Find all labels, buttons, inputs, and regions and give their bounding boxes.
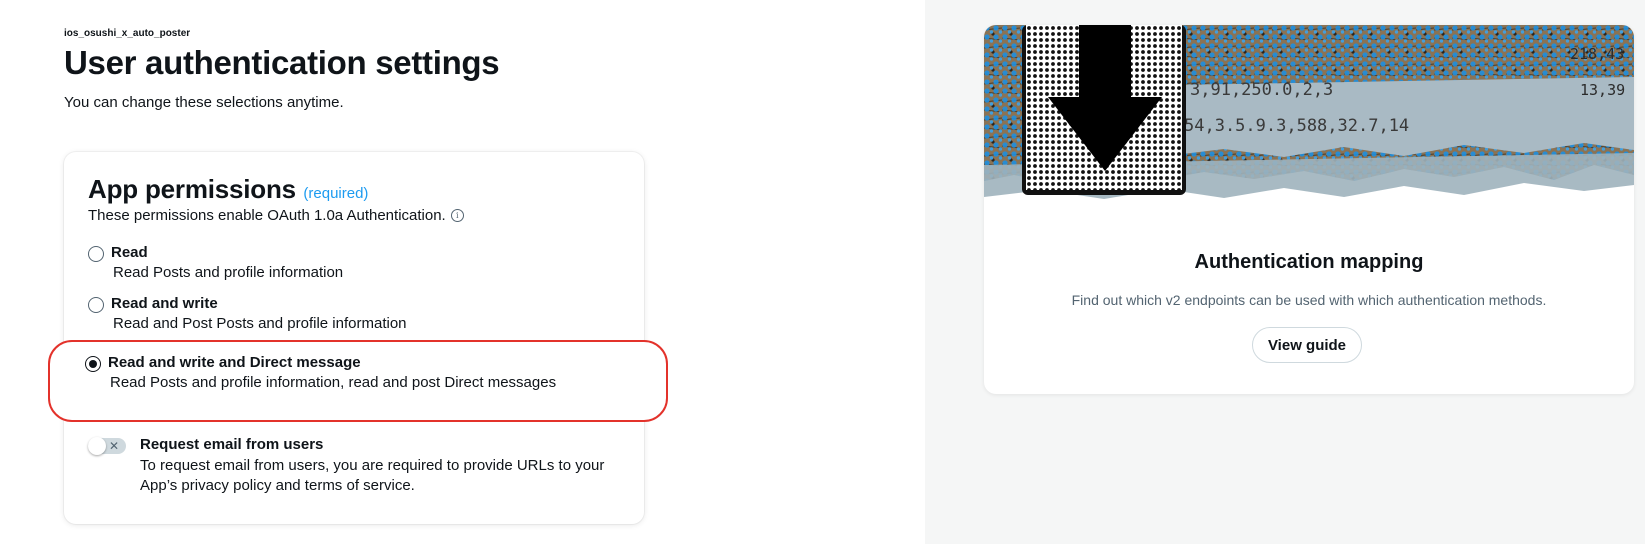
card-description-text: These permissions enable OAuth 1.0a Auth… — [88, 207, 446, 224]
option-description: Read Posts and profile information — [113, 264, 344, 281]
app-name: ios_osushi_x_auto_poster — [64, 28, 191, 39]
option-label: Read and write — [111, 295, 218, 312]
required-tag: (required) — [303, 185, 369, 202]
toggle-knob — [88, 437, 106, 455]
radio-selected-dot — [89, 360, 97, 368]
option-description: Read and Post Posts and profile informat… — [113, 315, 407, 332]
card-description: These permissions enable OAuth 1.0a Auth… — [88, 207, 464, 224]
request-email-description: To request email from users, you are req… — [140, 457, 605, 494]
banner-number-1: 3,91,250.0,2,3 — [1190, 80, 1333, 100]
banner-illustration: 3,91,250.0,2,3 54,3.5.9.3,588,32.7,14 21… — [984, 25, 1634, 210]
toggle-off-icon: ✕ — [108, 439, 119, 453]
auth-mapping-description: Find out which v2 endpoints can be used … — [1071, 292, 1547, 308]
radio-read-write-dm[interactable] — [85, 356, 101, 372]
app-permissions-card: App permissions (required) These permiss… — [64, 152, 644, 524]
page-subtitle: You can change these selections anytime. — [64, 94, 344, 111]
page-title: User authentication settings — [64, 44, 500, 81]
option-label: Read — [111, 244, 148, 261]
option-label: Read and write and Direct message — [108, 354, 361, 371]
card-header: App permissions (required) — [88, 174, 368, 205]
view-guide-button[interactable]: View guide — [1252, 327, 1362, 363]
radio-read[interactable] — [88, 246, 104, 262]
auth-mapping-title: Authentication mapping — [1194, 251, 1424, 273]
banner-number-2: 54,3.5.9.3,588,32.7,14 — [1184, 116, 1409, 136]
settings-pane: ios_osushi_x_auto_poster User authentica… — [0, 0, 925, 544]
option-description: Read Posts and profile information, read… — [110, 374, 557, 391]
request-email-title: Request email from users — [140, 436, 324, 453]
banner-number-3: 218,43 — [1570, 45, 1624, 63]
card-title: App permissions — [88, 174, 296, 204]
radio-read-write[interactable] — [88, 297, 104, 313]
banner-number-4: 13,39 — [1580, 81, 1625, 99]
info-icon[interactable]: i — [450, 209, 464, 222]
highlight-annotation: Read and write and Direct message Read P… — [48, 340, 668, 422]
request-email-toggle[interactable]: ✕ — [88, 437, 126, 455]
authentication-mapping-card: 3,91,250.0,2,3 54,3.5.9.3,588,32.7,14 21… — [984, 25, 1634, 394]
